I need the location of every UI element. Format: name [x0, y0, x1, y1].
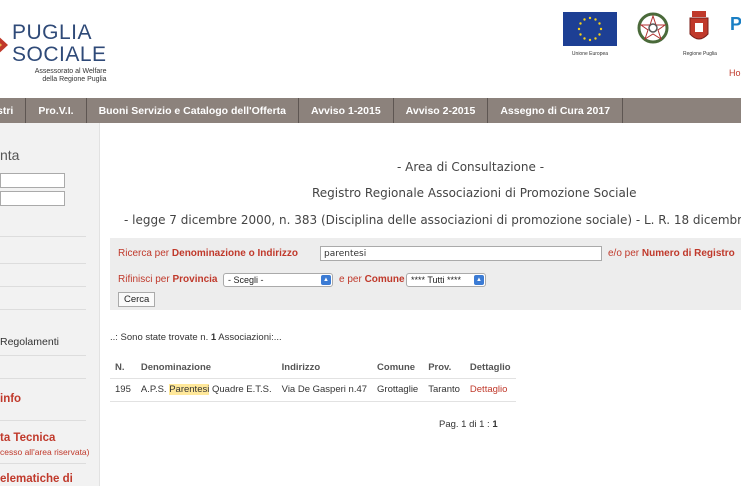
header: PUGLIA SOCIALE Assessorato al Welfare de…: [0, 0, 741, 98]
label-bold: Numero di Registro: [641, 248, 735, 259]
table-header-row: N. Denominazione Indirizzo Comune Prov. …: [110, 359, 516, 379]
comune-select[interactable]: **** Tutti **** ▲: [406, 273, 486, 287]
cell-n: 195: [110, 378, 136, 402]
italian-republic-emblem-icon: [637, 12, 669, 44]
sidebar-divider: [0, 463, 86, 464]
select-arrows-icon: ▲: [474, 275, 484, 285]
sidebar-divider: [0, 378, 86, 379]
sidebar-divider: [0, 420, 86, 421]
provincia-select[interactable]: - Scegli - ▲: [223, 273, 333, 287]
result-prefix: ..: Sono state trovate n.: [110, 332, 211, 343]
label-prefix: e/o per: [608, 248, 642, 259]
provincia-select-value: - Scegli -: [228, 275, 264, 285]
search-button[interactable]: Cerca: [118, 292, 156, 307]
label-prefix: Rifinisci per: [118, 274, 173, 285]
eu-flag-icon: [563, 12, 617, 46]
sidebar-divider: [0, 286, 86, 287]
comune-select-value: **** Tutti ****: [411, 275, 462, 285]
search-denominazione-label: Ricerca per Denominazione o Indirizzo: [118, 248, 298, 259]
registry-title: Registro Regionale Associazioni di Promo…: [312, 186, 637, 200]
sidebar-divider: [0, 236, 86, 237]
sidebar-divider: [0, 309, 86, 310]
results-table: N. Denominazione Indirizzo Comune Prov. …: [110, 359, 516, 402]
nav-item-avviso-2-2015[interactable]: Avviso 2-2015: [394, 98, 489, 123]
sidebar-item-assistenza-tecnica[interactable]: ta Tecnica: [0, 432, 55, 444]
label-bold: Comune: [364, 274, 405, 285]
search-numero-label: e/o per Numero di Registro: [608, 248, 735, 259]
nav-item-registri[interactable]: stri: [0, 98, 27, 123]
sidebar-password-input[interactable]: [0, 191, 65, 206]
sidebar-item-telematiche[interactable]: elematiche di: [0, 473, 73, 485]
search-panel: Ricerca per Denominazione o Indirizzo e/…: [110, 238, 741, 310]
label-bold: Denominazione o Indirizzo: [171, 248, 299, 259]
select-arrows-icon: ▲: [321, 275, 331, 285]
partial-brand-logo: P: [730, 14, 741, 34]
cell-indirizzo: Via De Gasperi n.47: [276, 378, 373, 402]
result-suffix: Associazioni:...: [216, 332, 282, 343]
main-content: - Area di Consultazione - Registro Regio…: [100, 123, 741, 486]
col-header-denominazione: Denominazione: [135, 359, 277, 379]
regione-puglia-crest-icon: [689, 11, 709, 40]
logo-line-3: Assessorato al Welfare: [34, 68, 107, 75]
sidebar-title: nta: [0, 147, 20, 163]
logo-line-1: PUGLIA: [12, 21, 93, 44]
label-prefix: Ricerca per: [118, 248, 172, 259]
pagination: Pag. 1 di 1 : 1: [439, 419, 498, 430]
sidebar-item-regolamenti[interactable]: Regolamenti: [0, 336, 59, 348]
sidebar: nta Regolamenti info ta Tecnica cesso al…: [0, 123, 100, 486]
page-title: - Area di Consultazione -: [397, 160, 545, 174]
cell-denominazione: A.P.S. Parentesi Quadre E.T.S.: [135, 378, 277, 402]
puglia-sociale-logo[interactable]: PUGLIA SOCIALE Assessorato al Welfare de…: [12, 22, 107, 83]
sidebar-divider: [0, 355, 86, 356]
cell-prov: Taranto: [423, 378, 465, 402]
result-count-text: ..: Sono state trovate n. 1 Associazioni…: [110, 332, 282, 343]
sidebar-username-input[interactable]: [0, 173, 65, 188]
denom-prefix: A.P.S.: [140, 384, 170, 395]
logo-mark-icon: [0, 37, 8, 53]
filter-provincia-label: Rifinisci per Provincia: [118, 274, 218, 285]
logo-line-4: della Regione Puglia: [42, 76, 107, 83]
cell-dettaglio: Dettaglio: [464, 378, 516, 402]
page: PUGLIA SOCIALE Assessorato al Welfare de…: [0, 0, 741, 486]
logo-line-2: SOCIALE: [12, 43, 107, 66]
nav-item-avviso-1-2015[interactable]: Avviso 1-2015: [299, 98, 394, 123]
nav-item-provi[interactable]: Pro.V.I.: [26, 98, 87, 123]
law-reference: - legge 7 dicembre 2000, n. 383 (Discipl…: [124, 213, 741, 227]
denom-suffix: Quadre E.T.S.: [209, 384, 272, 395]
table-row: 195 A.P.S. Parentesi Quadre E.T.S. Via D…: [110, 378, 516, 402]
sidebar-item-assistenza-note: cesso all'area riservata): [0, 447, 90, 457]
home-link[interactable]: Ho: [729, 68, 741, 78]
filter-comune-label: e per Comune: [339, 274, 405, 285]
label-prefix: e per: [339, 274, 365, 285]
search-denominazione-input[interactable]: [320, 246, 602, 261]
search-highlight: Parentesi: [169, 384, 210, 395]
dettaglio-link[interactable]: Dettaglio: [470, 384, 508, 395]
pagination-current-page[interactable]: 1: [492, 419, 497, 430]
col-header-indirizzo: Indirizzo: [276, 359, 373, 379]
col-header-comune: Comune: [372, 359, 424, 379]
eu-caption: Unione Europea: [571, 51, 609, 57]
nav-item-buoni-servizio[interactable]: Buoni Servizio e Catalogo dell'Offerta: [87, 98, 300, 123]
nav-item-assegno-di-cura-2017[interactable]: Assegno di Cura 2017: [488, 98, 624, 123]
puglia-caption: Regione Puglia: [683, 51, 717, 57]
col-header-dettaglio: Dettaglio: [464, 359, 516, 379]
sidebar-divider: [0, 263, 86, 264]
sidebar-item-info[interactable]: info: [0, 393, 21, 405]
col-header-prov: Prov.: [423, 359, 465, 379]
cell-comune: Grottaglie: [372, 378, 424, 402]
label-bold: Provincia: [172, 274, 218, 285]
col-header-n: N.: [110, 359, 136, 379]
main-nav: stri Pro.V.I. Buoni Servizio e Catalogo …: [0, 98, 741, 123]
pagination-prefix: Pag. 1 di 1 :: [439, 419, 493, 430]
